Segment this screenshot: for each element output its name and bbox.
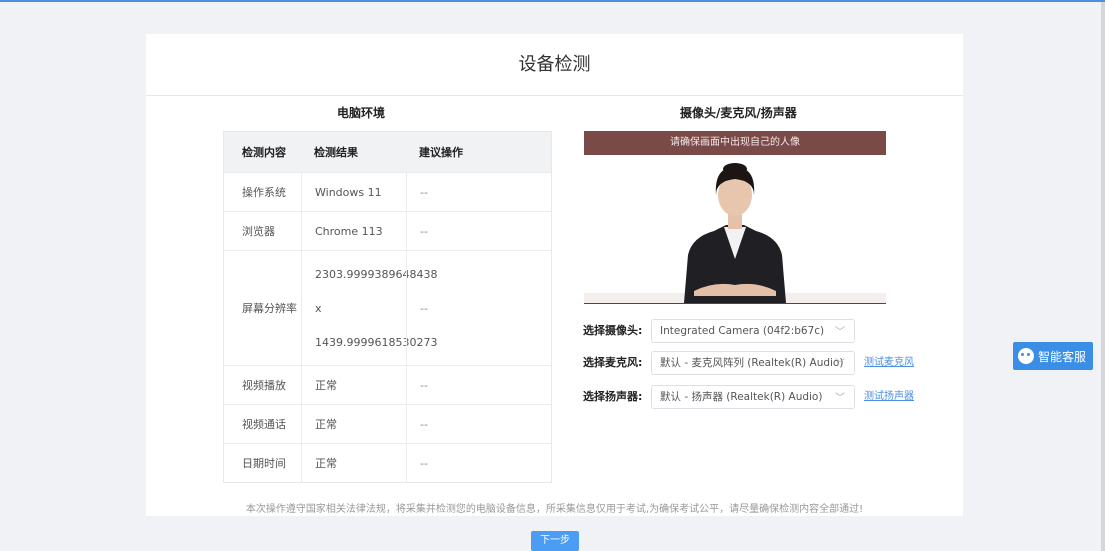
test-microphone-link[interactable]: 测试麦克风 [864,351,914,375]
row-item: 屏幕分辨率 [242,302,297,315]
speaker-select-label: 选择扬声器: [583,390,643,403]
row-result: 正常 [301,444,406,482]
speaker-select[interactable]: 默认 - 扬声器 (Realtek(R) Audio) ﹀ [651,385,855,409]
resolution-x: x [315,301,322,315]
table-row: 浏览器 Chrome 113 -- [224,211,551,250]
camera-select[interactable]: Integrated Camera (04f2:b67c) ﹀ [651,319,855,343]
smart-service-label: 智能客服 [1038,349,1087,364]
header-result: 检测结果 [314,146,358,159]
device-check-card: 设备检测 电脑环境 摄像头/麦克风/扬声器 检测内容 检测结果 建议操作 操作系… [146,34,963,516]
table-row: 屏幕分辨率 2303.9999389648438 x 1439.99996185… [224,250,551,365]
title-divider [146,95,963,96]
row-result: 正常 [301,405,406,443]
table-row: 视频通话 正常 -- [224,404,551,443]
microphone-select-field: 选择麦克风: 默认 - 麦克风阵列 (Realtek(R) Audio) ﹀ 测… [583,351,914,375]
microphone-select-label: 选择麦克风: [583,356,643,369]
row-item: 日期时间 [242,457,286,470]
speaker-select-value: 默认 - 扬声器 (Realtek(R) Audio) [660,391,823,403]
row-item: 视频通话 [242,418,286,431]
table-row: 操作系统 Windows 11 -- [224,172,551,211]
header-item: 检测内容 [242,146,286,159]
chevron-down-icon: ﹀ [835,393,845,404]
privacy-notice: 本次操作遵守国家相关法律法规，将采集并检测您的电脑设备信息，所采集信息仅用于考试… [245,504,864,515]
row-action: -- [406,173,551,211]
microphone-select[interactable]: 默认 - 麦克风阵列 (Realtek(R) Audio) ﹀ [651,351,855,375]
camera-banner: 请确保画面中出现自己的人像 [584,131,886,155]
smart-service-button[interactable]: 智能客服 [1013,342,1093,370]
row-result: Windows 11 [301,173,406,211]
row-item: 视频播放 [242,379,286,392]
robot-icon [1018,348,1034,364]
camera-select-value: Integrated Camera (04f2:b67c) [660,325,825,337]
row-item: 操作系统 [242,186,286,199]
speaker-select-field: 选择扬声器: 默认 - 扬声器 (Realtek(R) Audio) ﹀ 测试扬… [583,385,914,409]
row-action: -- [406,212,551,250]
row-item: 浏览器 [242,225,275,238]
row-result: Chrome 113 [301,212,406,250]
page-title: 设备检测 [518,54,591,75]
table-header: 检测内容 检测结果 建议操作 [224,132,551,172]
chevron-down-icon: ﹀ [835,327,845,338]
camera-select-label: 选择摄像头: [583,324,643,337]
camera-select-field: 选择摄像头: Integrated Camera (04f2:b67c) ﹀ [583,319,913,343]
microphone-select-value: 默认 - 麦克风阵列 (Realtek(R) Audio) [660,357,844,369]
table-row: 日期时间 正常 -- [224,443,551,482]
env-section-title: 电脑环境 [337,106,386,120]
chevron-down-icon: ﹀ [835,359,845,370]
row-action: -- [406,405,551,443]
camera-section-title: 摄像头/麦克风/扬声器 [680,106,797,120]
camera-preview: 请确保画面中出现自己的人像 [584,131,886,304]
vertical-scrollbar[interactable] [1101,2,1105,551]
test-speaker-link[interactable]: 测试扬声器 [864,385,914,409]
env-table: 检测内容 检测结果 建议操作 操作系统 Windows 11 -- 浏览器 Ch… [223,131,552,483]
row-action: -- [406,444,551,482]
header-action: 建议操作 [419,146,463,159]
next-step-button[interactable]: 下一步 [531,531,579,551]
person-photo [584,155,886,303]
top-accent-line [0,0,1105,2]
row-result: 2303.9999389648438 x 1439.9999618530273 [301,251,437,365]
row-action: -- [406,251,551,365]
row-result: 正常 [301,366,406,404]
table-row: 视频播放 正常 -- [224,365,551,404]
row-action: -- [406,366,551,404]
